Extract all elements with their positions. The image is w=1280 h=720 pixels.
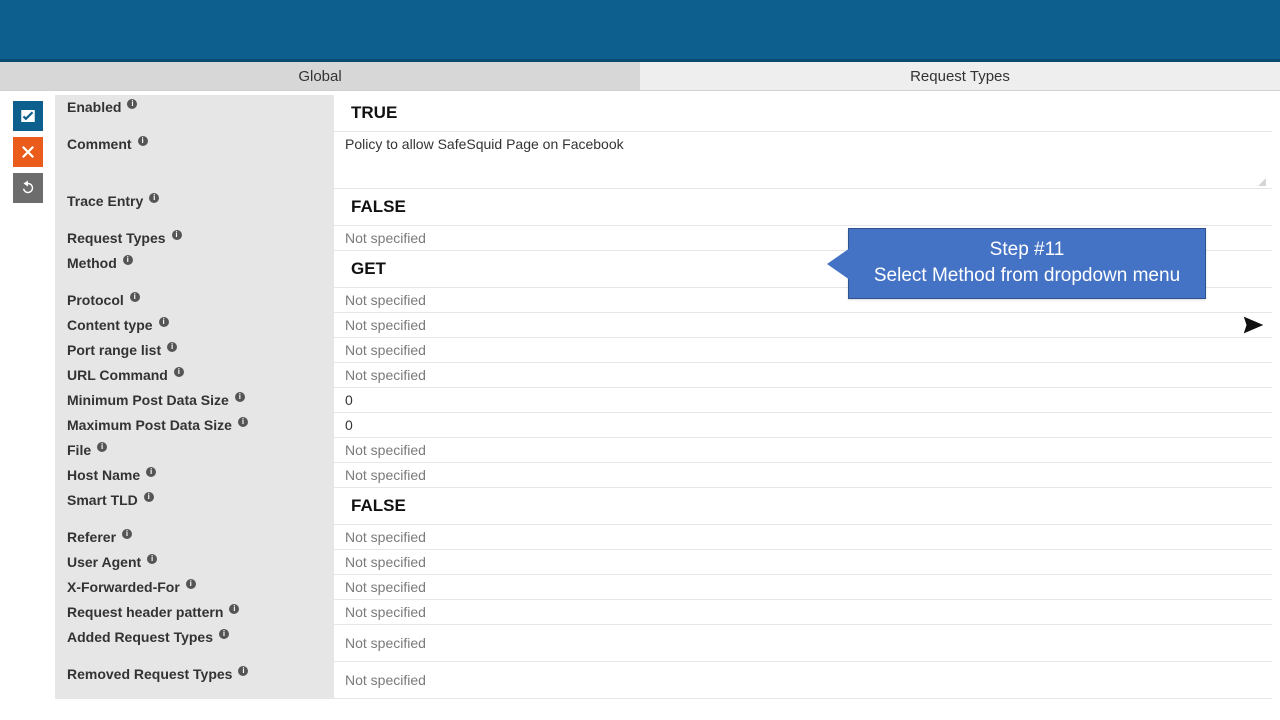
row-url-command: URL Commandi Not specified: [55, 363, 1272, 388]
info-icon[interactable]: i: [167, 342, 177, 352]
label-referer: Refereri: [55, 525, 335, 549]
info-icon[interactable]: i: [235, 392, 245, 402]
label-trace-entry: Trace Entryi: [55, 189, 335, 225]
value-port-range-list[interactable]: Not specified: [335, 338, 1272, 362]
info-icon[interactable]: i: [172, 230, 182, 240]
label-file: Filei: [55, 438, 335, 462]
info-icon[interactable]: i: [149, 193, 159, 203]
info-icon[interactable]: i: [130, 292, 140, 302]
label-user-agent: User Agenti: [55, 550, 335, 574]
side-button-column: [0, 95, 55, 203]
info-icon[interactable]: i: [144, 492, 154, 502]
row-trace-entry: Trace Entryi FALSE: [55, 189, 1272, 226]
value-file[interactable]: Not specified: [335, 438, 1272, 462]
cancel-button[interactable]: [13, 137, 43, 167]
label-protocol: Protocoli: [55, 288, 335, 312]
send-icon[interactable]: [1242, 314, 1264, 336]
value-smart-tld[interactable]: FALSE: [335, 488, 1272, 524]
info-icon[interactable]: i: [122, 529, 132, 539]
value-removed-request-types[interactable]: Not specified: [335, 662, 1272, 698]
info-icon[interactable]: i: [147, 554, 157, 564]
value-trace-entry[interactable]: FALSE: [335, 189, 1272, 225]
row-host-name: Host Namei Not specified: [55, 463, 1272, 488]
instruction-callout: Step #11 Select Method from dropdown men…: [848, 228, 1206, 299]
value-content-type[interactable]: Not specified: [335, 313, 1272, 337]
label-content-type: Content typei: [55, 313, 335, 337]
row-added-request-types: Added Request Typesi Not specified: [55, 625, 1272, 662]
label-request-header-pattern: Request header patterni: [55, 600, 335, 624]
value-x-forwarded-for[interactable]: Not specified: [335, 575, 1272, 599]
info-icon[interactable]: i: [138, 136, 148, 146]
info-icon[interactable]: i: [238, 666, 248, 676]
value-min-post[interactable]: 0: [335, 388, 1272, 412]
check-icon: [19, 107, 37, 125]
label-comment: Commenti: [55, 132, 335, 188]
value-added-request-types[interactable]: Not specified: [335, 625, 1272, 661]
info-icon[interactable]: i: [159, 317, 169, 327]
label-x-forwarded-for: X-Forwarded-Fori: [55, 575, 335, 599]
label-smart-tld: Smart TLDi: [55, 488, 335, 524]
row-removed-request-types: Removed Request Typesi Not specified: [55, 662, 1272, 699]
label-enabled: Enabledi: [55, 95, 335, 131]
value-max-post[interactable]: 0: [335, 413, 1272, 437]
label-added-request-types: Added Request Typesi: [55, 625, 335, 661]
label-url-command: URL Commandi: [55, 363, 335, 387]
value-enabled[interactable]: TRUE: [335, 95, 1272, 131]
label-min-post: Minimum Post Data Sizei: [55, 388, 335, 412]
value-request-header-pattern[interactable]: Not specified: [335, 600, 1272, 624]
info-icon[interactable]: i: [219, 629, 229, 639]
info-icon[interactable]: i: [127, 99, 137, 109]
label-max-post: Maximum Post Data Sizei: [55, 413, 335, 437]
resize-handle-icon[interactable]: [1256, 176, 1266, 186]
row-smart-tld: Smart TLDi FALSE: [55, 488, 1272, 525]
row-port-range-list: Port range listi Not specified: [55, 338, 1272, 363]
tab-global[interactable]: Global: [0, 62, 640, 90]
label-port-range-list: Port range listi: [55, 338, 335, 362]
row-x-forwarded-for: X-Forwarded-Fori Not specified: [55, 575, 1272, 600]
info-icon[interactable]: i: [186, 579, 196, 589]
callout-title: Step #11: [861, 237, 1193, 263]
value-host-name[interactable]: Not specified: [335, 463, 1272, 487]
row-enabled: Enabledi TRUE: [55, 95, 1272, 132]
row-user-agent: User Agenti Not specified: [55, 550, 1272, 575]
value-comment[interactable]: Policy to allow SafeSquid Page on Facebo…: [335, 132, 1272, 188]
row-min-post: Minimum Post Data Sizei 0: [55, 388, 1272, 413]
info-icon[interactable]: i: [97, 442, 107, 452]
label-method: Methodi: [55, 251, 335, 287]
row-referer: Refereri Not specified: [55, 525, 1272, 550]
info-icon[interactable]: i: [146, 467, 156, 477]
value-referer[interactable]: Not specified: [335, 525, 1272, 549]
row-request-header-pattern: Request header patterni Not specified: [55, 600, 1272, 625]
info-icon[interactable]: i: [238, 417, 248, 427]
label-removed-request-types: Removed Request Typesi: [55, 662, 335, 698]
value-user-agent[interactable]: Not specified: [335, 550, 1272, 574]
row-file: Filei Not specified: [55, 438, 1272, 463]
undo-icon: [19, 179, 37, 197]
value-url-command[interactable]: Not specified: [335, 363, 1272, 387]
row-content-type: Content typei Not specified: [55, 313, 1272, 338]
label-request-types: Request Typesi: [55, 226, 335, 250]
info-icon[interactable]: i: [229, 604, 239, 614]
form-area: Enabledi TRUE Commenti Policy to allow S…: [55, 95, 1280, 699]
tabs: Global Request Types: [0, 62, 1280, 91]
save-button[interactable]: [13, 101, 43, 131]
label-host-name: Host Namei: [55, 463, 335, 487]
row-max-post: Maximum Post Data Sizei 0: [55, 413, 1272, 438]
top-bar: [0, 0, 1280, 62]
info-icon[interactable]: i: [123, 255, 133, 265]
info-icon[interactable]: i: [174, 367, 184, 377]
row-comment: Commenti Policy to allow SafeSquid Page …: [55, 132, 1272, 189]
close-icon: [19, 143, 37, 161]
tab-request-types[interactable]: Request Types: [640, 62, 1280, 90]
undo-button[interactable]: [13, 173, 43, 203]
callout-text: Select Method from dropdown menu: [874, 265, 1180, 286]
